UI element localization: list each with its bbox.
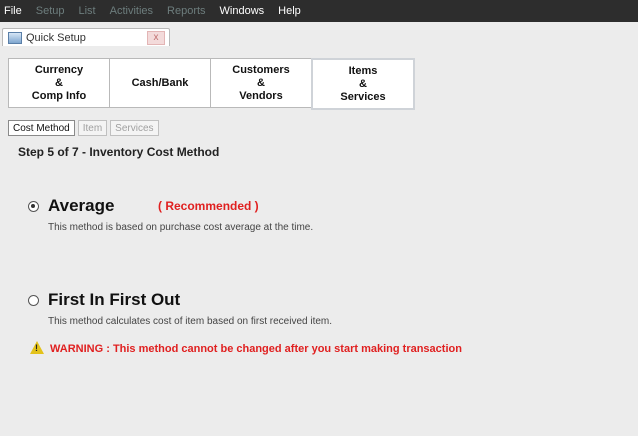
window-tab-strip: Quick Setup x xyxy=(0,22,638,47)
menu-help[interactable]: Help xyxy=(276,3,303,19)
subtab-services[interactable]: Services xyxy=(110,120,159,136)
menu-bar: File Setup List Activities Reports Windo… xyxy=(0,0,638,22)
close-icon[interactable]: x xyxy=(147,31,165,45)
cost-method-content: Step 5 of 7 - Inventory Cost Method Aver… xyxy=(8,138,638,436)
fifo-radio[interactable] xyxy=(28,295,39,306)
tab-cash-bank[interactable]: Cash/Bank xyxy=(109,58,211,108)
menu-windows[interactable]: Windows xyxy=(218,3,267,19)
menu-file[interactable]: File xyxy=(2,3,24,19)
menu-setup[interactable]: Setup xyxy=(34,3,67,19)
tab-customers-vendors[interactable]: Customers & Vendors xyxy=(210,58,312,108)
fifo-label[interactable]: First In First Out xyxy=(48,290,180,310)
document-icon xyxy=(8,32,22,44)
items-subtabs: Cost Method Item Services xyxy=(8,120,162,136)
menu-activities[interactable]: Activities xyxy=(108,3,155,19)
subtab-cost-method[interactable]: Cost Method xyxy=(8,120,75,136)
subtab-item[interactable]: Item xyxy=(77,120,108,136)
quick-setup-panel: Currency & Comp Info Cash/Bank Customers… xyxy=(0,46,638,436)
menu-list[interactable]: List xyxy=(76,3,97,19)
setup-section-tabs: Currency & Comp Info Cash/Bank Customers… xyxy=(8,58,415,110)
window-tab-label: Quick Setup xyxy=(26,32,86,44)
warning-text: WARNING : This method cannot be changed … xyxy=(50,343,462,355)
average-description: This method is based on purchase cost av… xyxy=(48,222,314,233)
step-title: Step 5 of 7 - Inventory Cost Method xyxy=(18,145,220,159)
tab-items-services[interactable]: Items & Services xyxy=(311,58,415,110)
window-tab-quick-setup[interactable]: Quick Setup x xyxy=(2,28,170,47)
warning-icon: ! xyxy=(30,341,44,354)
fifo-description: This method calculates cost of item base… xyxy=(48,316,333,327)
average-radio[interactable] xyxy=(28,201,39,212)
tab-currency-comp-info[interactable]: Currency & Comp Info xyxy=(8,58,110,108)
menu-reports[interactable]: Reports xyxy=(165,3,208,19)
recommended-badge: ( Recommended ) xyxy=(158,199,259,213)
average-label[interactable]: Average xyxy=(48,196,114,216)
